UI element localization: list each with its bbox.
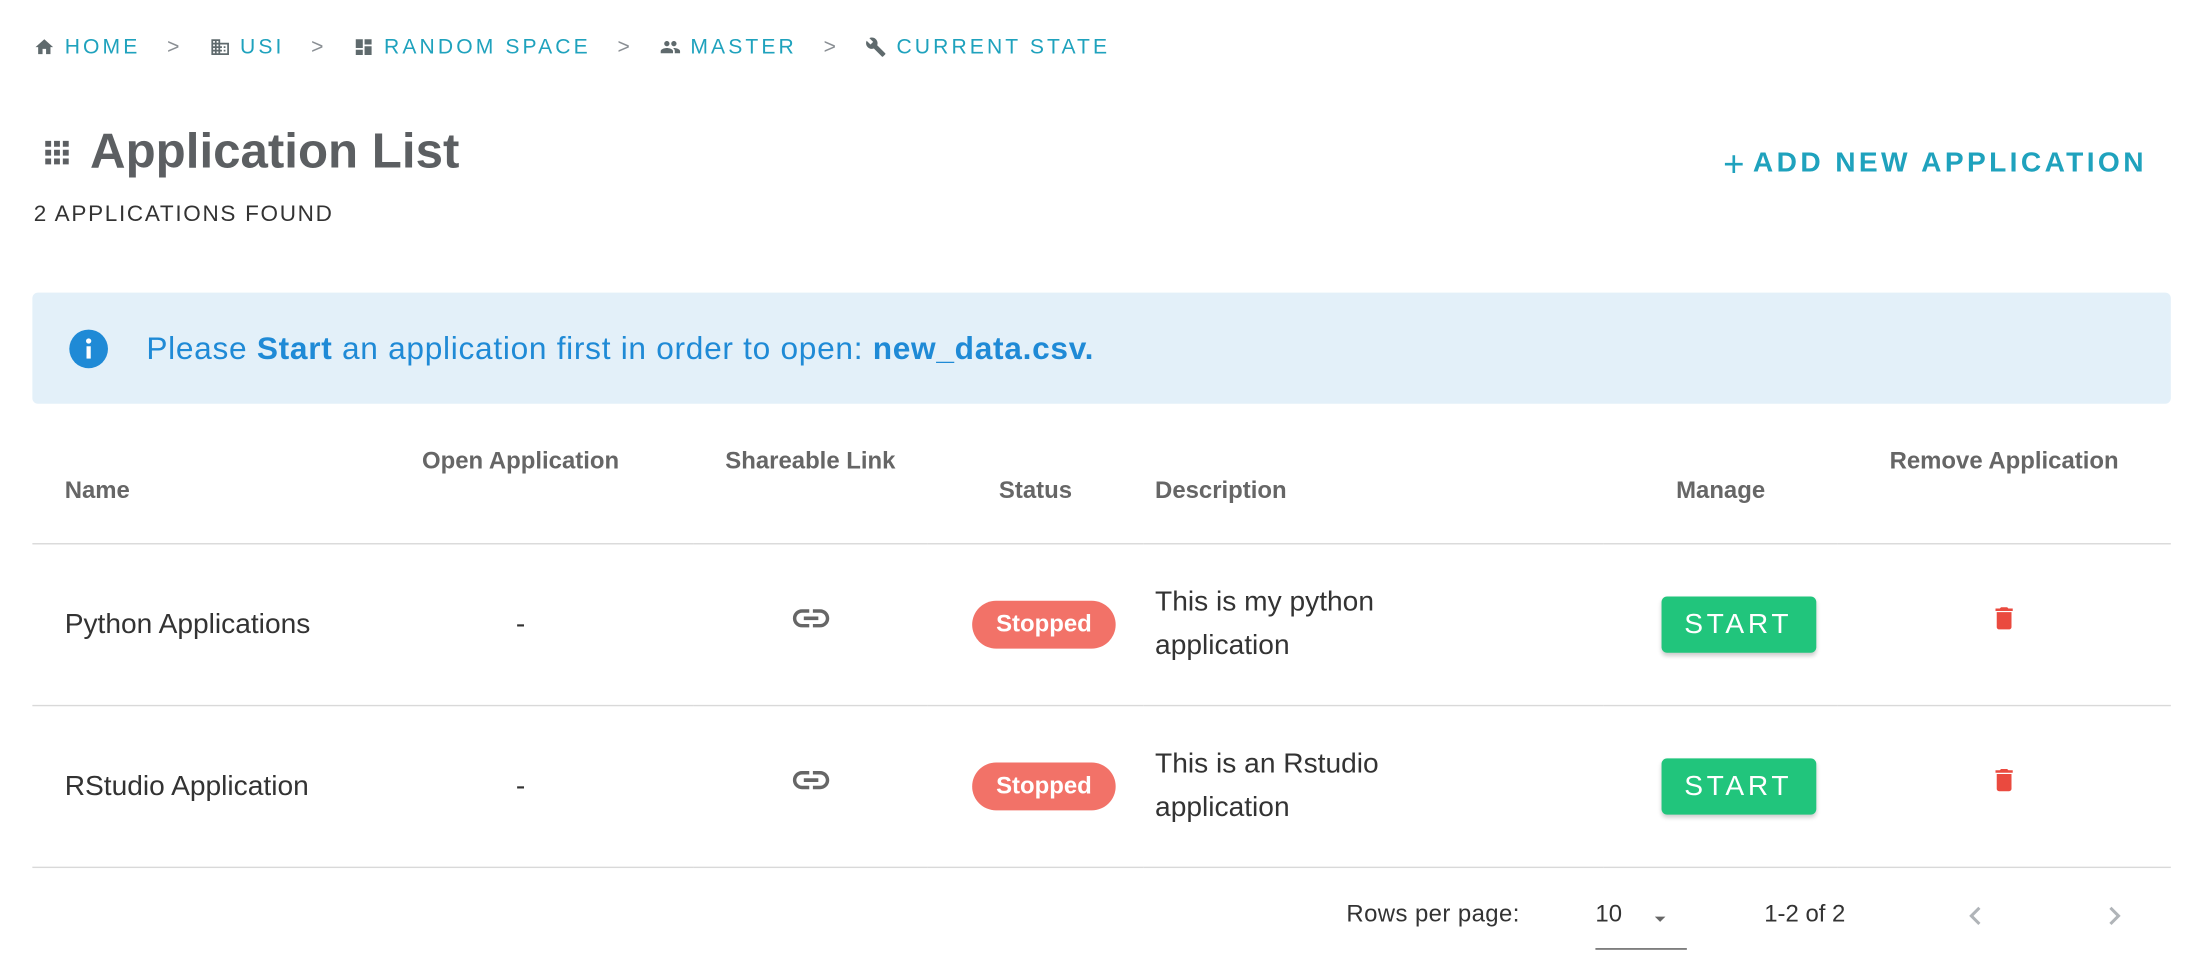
applications-table: Name Open Application Shareable Link Sta…: [32, 427, 2171, 869]
breadcrumb-home-label: Home: [64, 35, 141, 60]
apps-grid-icon: [45, 140, 69, 164]
breadcrumb-current-state-label: Current State: [896, 35, 1111, 60]
add-new-application-label: ADD NEW APPLICATION: [1752, 147, 2147, 179]
status-badge: Stopped: [972, 600, 1116, 649]
info-alert: Please Start an application first in ord…: [32, 292, 2171, 404]
breadcrumb-usi[interactable]: USI: [209, 35, 284, 59]
breadcrumb-master[interactable]: Master: [659, 35, 796, 59]
alert-file-name: new_data.csv.: [872, 329, 1095, 366]
dropdown-arrow-icon: [1654, 916, 1666, 922]
alert-message: Please Start an application first in ord…: [146, 330, 1094, 367]
column-header-remove-application[interactable]: Remove Application: [1837, 427, 2171, 545]
pagination: Rows per page: 10 1-2 of 2: [0, 895, 2206, 951]
page-header: Application List: [39, 124, 459, 180]
breadcrumb-random-space-label: Random Space: [384, 35, 591, 60]
breadcrumb-separator: >: [617, 35, 630, 60]
breadcrumb-separator: >: [167, 35, 180, 60]
add-new-application-button[interactable]: + ADD NEW APPLICATION: [1723, 142, 2147, 186]
people-icon: [660, 40, 680, 54]
column-header-manage[interactable]: Manage: [1603, 427, 1838, 545]
page-title: Application List: [90, 123, 460, 179]
status-badge: Stopped: [972, 762, 1116, 811]
table-row: RStudio Application - Stopped This is an…: [32, 705, 2171, 869]
pagination-range: 1-2 of 2: [1764, 900, 1846, 928]
dashboard-icon: [355, 39, 372, 56]
previous-page-icon[interactable]: [1957, 898, 1994, 935]
breadcrumb-separator: >: [823, 35, 836, 60]
breadcrumb-separator: >: [311, 35, 324, 60]
table-header-row: Name Open Application Shareable Link Sta…: [32, 427, 2171, 545]
breadcrumb-usi-label: USI: [239, 35, 285, 60]
breadcrumb-home[interactable]: Home: [34, 35, 141, 59]
column-header-description[interactable]: Description: [1143, 427, 1604, 545]
column-header-shareable-link[interactable]: Shareable Link: [693, 427, 928, 545]
column-header-open-application[interactable]: Open Application: [347, 427, 694, 545]
rows-per-page-select[interactable]: 10: [1595, 895, 1687, 950]
app-name: Python Applications: [64, 608, 311, 640]
applications-count: 2 APPLICATIONS FOUND: [33, 202, 334, 227]
column-header-status[interactable]: Status: [927, 427, 1144, 545]
open-application-cell: -: [347, 543, 694, 707]
table-row: Python Applications - Stopped This is my…: [32, 543, 2171, 707]
app-description: This is an Rstudio application: [1155, 748, 1379, 824]
open-application-cell: -: [347, 705, 694, 869]
trash-icon[interactable]: [1989, 603, 2019, 633]
plus-icon: +: [1723, 142, 1745, 185]
breadcrumb-master-label: Master: [690, 35, 797, 60]
wrench-icon: [866, 37, 886, 57]
start-button[interactable]: START: [1660, 758, 1816, 815]
alert-action: Start: [256, 329, 333, 366]
column-header-name[interactable]: Name: [32, 427, 348, 545]
link-icon[interactable]: [789, 596, 833, 640]
home-icon: [35, 39, 54, 55]
trash-icon[interactable]: [1989, 765, 2019, 795]
app-name: RStudio Application: [64, 770, 309, 802]
info-icon: [69, 328, 108, 368]
breadcrumb-random-space[interactable]: Random Space: [353, 35, 591, 59]
building-icon: [210, 39, 229, 56]
rows-per-page-label: Rows per page:: [1346, 900, 1520, 928]
start-button[interactable]: START: [1660, 596, 1816, 653]
breadcrumb-current-state[interactable]: Current State: [866, 35, 1111, 59]
next-page-icon[interactable]: [2096, 898, 2133, 935]
alert-prefix: Please: [146, 329, 257, 366]
breadcrumb: Home > USI > Random Space > Master > Cur…: [34, 35, 1110, 59]
alert-middle: an application first in order to open:: [332, 329, 873, 366]
rows-per-page-value: 10: [1595, 900, 1623, 928]
app-description: This is my python application: [1155, 586, 1374, 662]
link-icon[interactable]: [789, 758, 833, 802]
